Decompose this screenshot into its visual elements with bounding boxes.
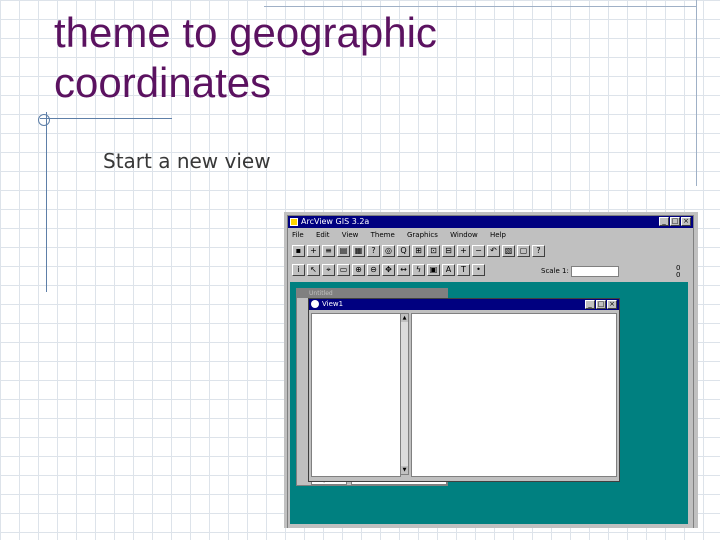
theme-properties-icon[interactable]: ≡ xyxy=(322,245,335,257)
coordinate-readout: 0 0 xyxy=(676,265,680,279)
deco-circle xyxy=(38,114,50,126)
minimize-button[interactable]: _ xyxy=(659,217,669,226)
edit-legend-icon[interactable]: ▤ xyxy=(337,245,350,257)
zoom-out-icon[interactable]: − xyxy=(472,245,485,257)
scale-input[interactable] xyxy=(571,266,619,277)
vertex-edit-icon[interactable]: ⌖ xyxy=(322,264,335,276)
menu-view[interactable]: View xyxy=(342,231,359,239)
view-title: View1 xyxy=(322,300,344,308)
mdi-client-area: Untitled Scripts View1 _□× ▲ ▼ xyxy=(290,282,688,524)
view-minimize-button[interactable]: _ xyxy=(585,300,595,309)
pan-icon[interactable]: ✥ xyxy=(382,264,395,276)
zoom-full-icon[interactable]: ⊞ xyxy=(412,245,425,257)
zoom-selected-icon[interactable]: ⊟ xyxy=(442,245,455,257)
slide-title: theme to geographic coordinates xyxy=(54,8,474,108)
arcview-title-bar[interactable]: ArcView GIS 3.2a _ □ × xyxy=(288,216,693,228)
arcview-screenshot: ArcView GIS 3.2a _ □ × File Edit View Them… xyxy=(284,212,698,528)
hotlink-icon[interactable]: ϟ xyxy=(412,264,425,276)
close-button[interactable]: × xyxy=(681,217,691,226)
maximize-button[interactable]: □ xyxy=(670,217,680,226)
save-project-icon[interactable]: ▪ xyxy=(292,245,305,257)
text-icon[interactable]: T xyxy=(457,264,470,276)
scale-label: Scale 1: xyxy=(541,267,569,275)
arcview-title: ArcView GIS 3.2a xyxy=(301,217,370,226)
map-display-canvas[interactable] xyxy=(411,313,617,477)
measure-icon[interactable]: ↔ xyxy=(397,264,410,276)
pointer-icon[interactable]: ↖ xyxy=(307,264,320,276)
zoom-previous-icon[interactable]: ↶ xyxy=(487,245,500,257)
add-theme-icon[interactable]: + xyxy=(307,245,320,257)
select-feature-icon[interactable]: ▭ xyxy=(337,264,350,276)
bullet-text: Start a new view xyxy=(103,149,271,173)
deco-horizontal-line xyxy=(40,118,172,119)
deco-top-right-line xyxy=(264,0,696,7)
menu-bar: File Edit View Theme Graphics Window Hel… xyxy=(292,231,516,239)
view-icon xyxy=(311,300,319,308)
clear-selection-icon[interactable]: ▢ xyxy=(517,245,530,257)
area-of-interest-icon[interactable]: ▣ xyxy=(427,264,440,276)
toc-scrollbar[interactable]: ▲ ▼ xyxy=(400,313,409,475)
identify-icon[interactable]: i xyxy=(292,264,305,276)
menu-help[interactable]: Help xyxy=(490,231,506,239)
zoom-in-tool-icon[interactable]: ⊕ xyxy=(352,264,365,276)
select-features-icon[interactable]: ▧ xyxy=(502,245,515,257)
slide-title-line-2: coordinates xyxy=(54,59,272,106)
menu-theme[interactable]: Theme xyxy=(371,231,395,239)
table-of-contents[interactable] xyxy=(311,313,401,477)
arcview-window: ArcView GIS 3.2a _ □ × File Edit View Them… xyxy=(287,215,694,528)
menu-file[interactable]: File xyxy=(292,231,304,239)
help-icon[interactable]: ? xyxy=(532,245,545,257)
project-window-title[interactable]: Untitled xyxy=(297,289,447,298)
zoom-out-tool-icon[interactable]: ⊖ xyxy=(367,264,380,276)
menu-graphics[interactable]: Graphics xyxy=(407,231,438,239)
scroll-up-arrow-icon[interactable]: ▲ xyxy=(401,314,408,322)
view-maximize-button[interactable]: □ xyxy=(596,300,606,309)
locate-address-icon[interactable]: ◎ xyxy=(382,245,395,257)
open-theme-table-icon[interactable]: ▦ xyxy=(352,245,365,257)
deco-right-vertical-line xyxy=(696,0,697,186)
zoom-active-icon[interactable]: ⊡ xyxy=(427,245,440,257)
button-bar: ▪ + ≡ ▤ ▦? ◎ Q ⊞ ⊡ ⊟ + − ↶ ▧ ▢? xyxy=(292,245,547,259)
coordinate-y: 0 xyxy=(676,271,681,279)
tool-bar: i ↖ ⌖ ▭ ⊕ ⊖ ✥ ↔ ϟ ▣ A T • xyxy=(292,264,487,278)
draw-icon[interactable]: • xyxy=(472,264,485,276)
arcview-app-icon xyxy=(290,218,298,226)
slide-title-line-1: theme to geographic xyxy=(54,9,437,56)
view-window[interactable]: View1 _ □ × ▲ ▼ xyxy=(308,298,620,482)
label-icon[interactable]: A xyxy=(442,264,455,276)
find-icon[interactable]: ? xyxy=(367,245,380,257)
query-builder-icon[interactable]: Q xyxy=(397,245,410,257)
menu-window[interactable]: Window xyxy=(450,231,478,239)
menu-edit[interactable]: Edit xyxy=(316,231,330,239)
view-title-bar[interactable]: View1 _ □ × xyxy=(309,299,619,310)
scroll-down-arrow-icon[interactable]: ▼ xyxy=(401,466,408,474)
view-close-button[interactable]: × xyxy=(607,300,617,309)
deco-vertical-line xyxy=(46,112,47,292)
zoom-in-icon[interactable]: + xyxy=(457,245,470,257)
